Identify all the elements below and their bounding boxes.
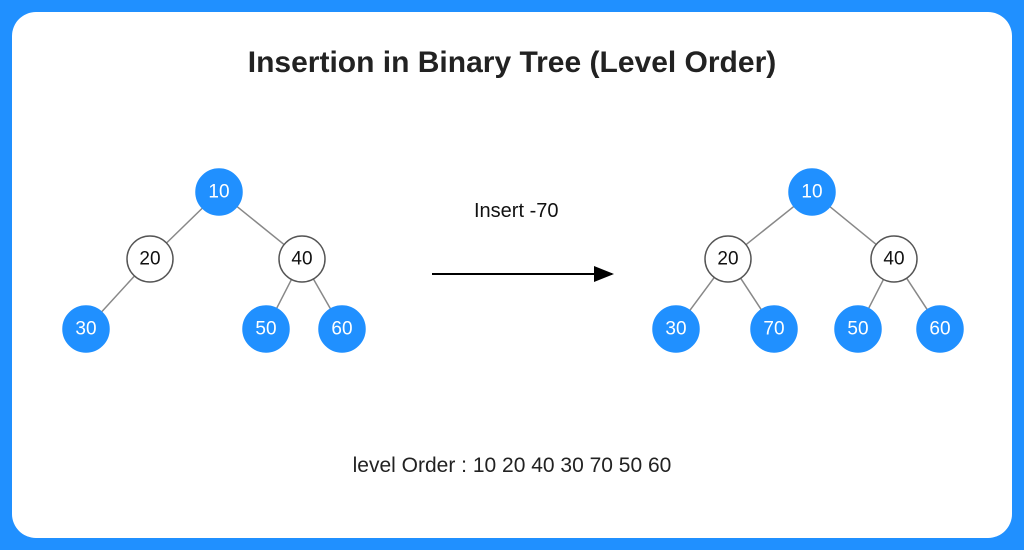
insert-label: Insert -70 — [474, 200, 558, 223]
right-edge — [907, 278, 928, 310]
left-edge — [237, 206, 284, 244]
level-order-caption: level Order : 10 20 40 30 70 50 60 — [12, 454, 1012, 478]
right-node-label-40: 40 — [883, 249, 904, 270]
nodes-layer: 10 20 40 30 50 60 10 20 40 30 70 50 60 — [63, 169, 963, 352]
left-node-label-10: 10 — [208, 182, 229, 203]
right-edge — [830, 207, 876, 245]
left-node-label-20: 20 — [139, 249, 160, 270]
left-node-label-50: 50 — [255, 319, 276, 340]
right-node-label-50: 50 — [847, 319, 868, 340]
right-node-label-60: 60 — [929, 319, 950, 340]
diagram-card: Insertion in Binary Tree (Level Order) 1… — [12, 12, 1012, 538]
right-node-label-70: 70 — [763, 319, 784, 340]
left-edge — [167, 208, 203, 243]
right-edge — [869, 279, 884, 308]
level-order-values: 10 20 40 30 70 50 60 — [473, 454, 672, 477]
right-edge — [741, 278, 762, 310]
right-node-label-20: 20 — [717, 249, 738, 270]
right-node-label-30: 30 — [665, 319, 686, 340]
left-node-label-30: 30 — [75, 319, 96, 340]
right-edge — [690, 277, 715, 310]
left-edge — [313, 279, 330, 309]
right-node-label-10: 10 — [801, 182, 822, 203]
left-node-label-40: 40 — [291, 249, 312, 270]
left-edge — [277, 279, 292, 308]
caption-prefix: level Order : — [353, 454, 473, 477]
right-edge — [746, 206, 794, 244]
left-node-label-60: 60 — [331, 319, 352, 340]
left-edge — [102, 276, 135, 312]
